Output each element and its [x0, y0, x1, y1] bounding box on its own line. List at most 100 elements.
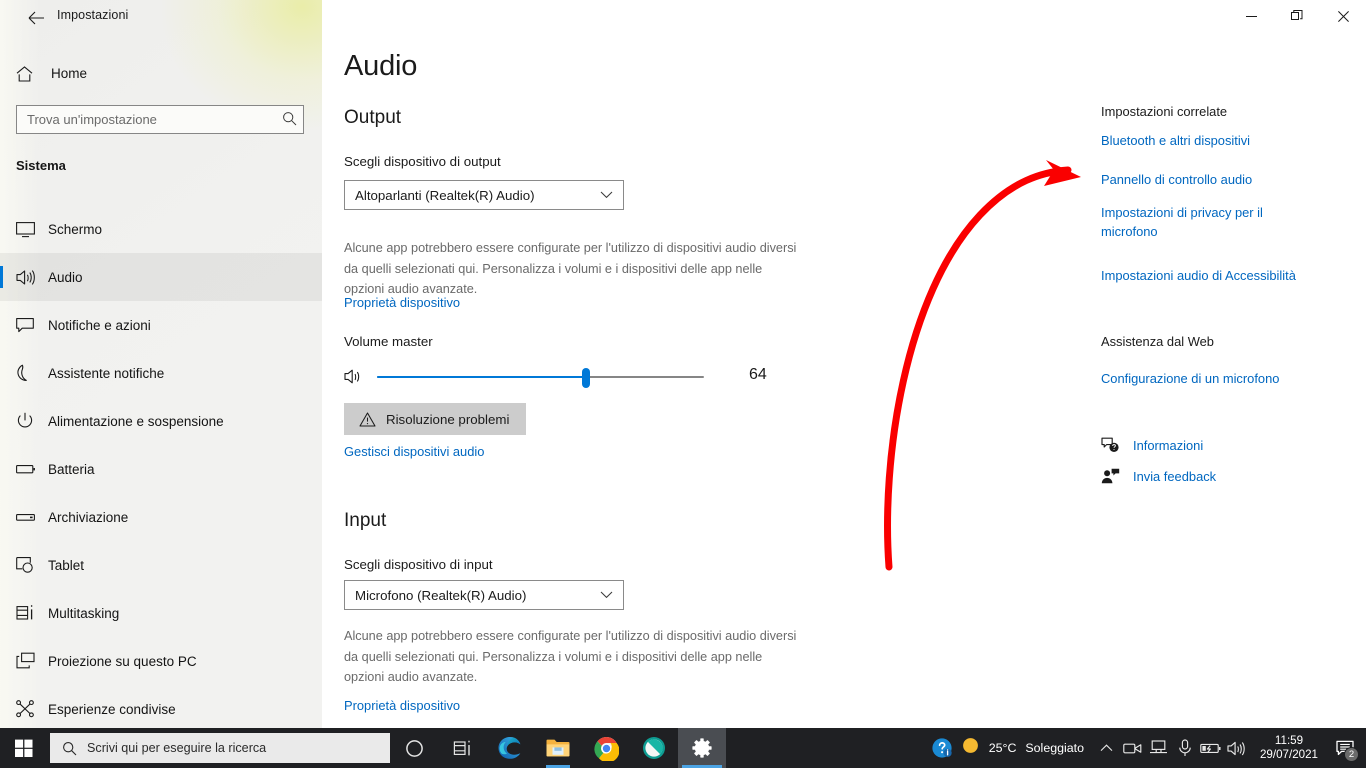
- sidebar-item-home[interactable]: Home: [0, 58, 322, 89]
- sidebar-item-label: Schermo: [48, 221, 103, 237]
- manage-audio-devices-link[interactable]: Gestisci dispositivi audio: [344, 444, 484, 459]
- sidebar-item-audio[interactable]: Audio: [0, 253, 322, 301]
- notification-icon: [16, 317, 46, 334]
- output-helper-text: Alcune app potrebbero essere configurate…: [344, 241, 797, 296]
- sidebar-item-label: Tablet: [48, 557, 85, 573]
- output-device-properties-link[interactable]: Proprietà dispositivo: [344, 295, 460, 310]
- settings-search: [16, 105, 304, 134]
- cortana-icon[interactable]: [390, 728, 438, 768]
- taskbar-search-box[interactable]: Scrivi qui per eseguire la ricerca: [50, 733, 390, 763]
- notification-count-badge: 2: [1344, 747, 1359, 762]
- sidebar-item-label: Assistente notifiche: [48, 365, 165, 381]
- monitor-icon: [16, 221, 46, 238]
- related-link-audio-control-panel[interactable]: Pannello di controllo audio: [1101, 170, 1331, 189]
- search-icon: [62, 741, 77, 756]
- speaker-icon[interactable]: [344, 368, 363, 390]
- feedback-person-icon: [1101, 468, 1131, 485]
- troubleshoot-button[interactable]: Risoluzione problemi: [344, 403, 526, 435]
- clock-date: 29/07/2021: [1259, 748, 1318, 761]
- output-section-title: Output: [344, 107, 402, 128]
- window-title: Impostazioni: [57, 8, 129, 22]
- network-icon[interactable]: [1146, 728, 1172, 768]
- microsoft-edge-icon[interactable]: [486, 728, 534, 768]
- related-settings-heading: Impostazioni correlate: [1101, 104, 1228, 119]
- volume-label: Volume master: [344, 334, 433, 349]
- volume-control: 64: [344, 362, 814, 396]
- sidebar-item-label: Notifiche e azioni: [48, 317, 151, 333]
- teal-app-icon[interactable]: [630, 728, 678, 768]
- sidebar-item-label: Alimentazione e sospensione: [48, 413, 224, 429]
- warning-triangle-icon: [359, 411, 376, 427]
- help-bubble-icon: [1101, 437, 1131, 454]
- input-section-title: Input: [344, 510, 387, 531]
- minimize-button[interactable]: [1228, 0, 1274, 32]
- sidebar-item-label: Multitasking: [48, 605, 120, 621]
- settings-gear-icon[interactable]: [678, 728, 726, 768]
- sidebar-item-archiviazione[interactable]: Archiviazione: [0, 493, 322, 541]
- related-link-accessibility-audio[interactable]: Impostazioni audio di Accessibilità: [1101, 266, 1346, 285]
- slider-fill: [377, 376, 587, 378]
- back-arrow-icon[interactable]: [18, 5, 54, 31]
- web-link-microphone-setup[interactable]: Configurazione di un microfono: [1101, 369, 1331, 388]
- sidebar-item-proiezione-su-questo-pc[interactable]: Proiezione su questo PC: [0, 637, 322, 685]
- sidebar-items: Schermo Audio Notifiche e azioni Assiste…: [0, 205, 322, 731]
- window-controls: [1228, 0, 1366, 32]
- file-explorer-icon[interactable]: [534, 728, 582, 768]
- troubleshoot-label: Risoluzione problemi: [386, 411, 510, 427]
- input-device-value: Microfono (Realtek(R) Audio): [355, 587, 527, 603]
- action-center-icon[interactable]: 2: [1328, 728, 1362, 768]
- related-settings-panel: Impostazioni correlate Bluetooth e altri…: [1101, 0, 1366, 731]
- feedback-link-label[interactable]: Invia feedback: [1133, 469, 1216, 484]
- about-link-label[interactable]: Informazioni: [1133, 438, 1203, 453]
- microphone-icon[interactable]: [1172, 728, 1198, 768]
- clock[interactable]: 11:59 29/07/2021: [1250, 728, 1328, 768]
- battery-charging-icon[interactable]: [1198, 728, 1224, 768]
- shared-experiences-icon: [16, 700, 46, 718]
- about-row[interactable]: Informazioni: [1101, 434, 1203, 456]
- close-button[interactable]: [1320, 0, 1366, 32]
- sidebar-item-multitasking[interactable]: Multitasking: [0, 589, 322, 637]
- google-chrome-icon[interactable]: [582, 728, 630, 768]
- web-help-heading: Assistenza dal Web: [1101, 334, 1214, 349]
- sidebar-home-label: Home: [51, 66, 88, 81]
- windows-start-icon[interactable]: [0, 728, 48, 768]
- task-view-icon[interactable]: [438, 728, 486, 768]
- speaker-icon: [16, 269, 46, 286]
- output-device-label: Scegli dispositivo di output: [344, 154, 501, 169]
- related-link-bluetooth[interactable]: Bluetooth e altri dispositivi: [1101, 131, 1331, 150]
- chevron-up-icon[interactable]: [1094, 728, 1120, 768]
- feedback-row[interactable]: Invia feedback: [1101, 465, 1216, 487]
- projection-icon: [16, 652, 46, 670]
- input-helper-text: Alcune app potrebbero essere configurate…: [344, 629, 797, 684]
- page-title: Audio: [344, 50, 418, 82]
- volume-slider[interactable]: [377, 368, 704, 388]
- sidebar-item-tablet[interactable]: Tablet: [0, 541, 322, 589]
- storage-icon: [16, 512, 46, 523]
- sidebar: Home Sistema: [0, 0, 322, 731]
- input-device-select[interactable]: Microfono (Realtek(R) Audio): [344, 580, 624, 610]
- sidebar-item-esperienze-condivise[interactable]: Esperienze condivise: [0, 685, 322, 731]
- restore-button[interactable]: [1274, 0, 1320, 32]
- input-device-properties-link[interactable]: Proprietà dispositivo: [344, 698, 460, 713]
- sidebar-item-assistente-notifiche[interactable]: Assistente notifiche: [0, 349, 322, 397]
- search-input[interactable]: [16, 105, 304, 134]
- taskbar-search-placeholder: Scrivi qui per eseguire la ricerca: [87, 741, 267, 755]
- settings-window: Impostazioni Home Trova un'impostazione …: [0, 0, 1366, 768]
- help-circle-icon[interactable]: [929, 728, 955, 768]
- output-device-select[interactable]: Altoparlanti (Realtek(R) Audio): [344, 180, 624, 210]
- sidebar-item-schermo[interactable]: Schermo: [0, 205, 322, 253]
- chevron-down-icon: [600, 591, 613, 599]
- slider-thumb[interactable]: [582, 368, 591, 388]
- output-device-value: Altoparlanti (Realtek(R) Audio): [355, 187, 535, 203]
- related-link-microphone-privacy[interactable]: Impostazioni di privacy per il microfono: [1101, 203, 1286, 241]
- weather-widget[interactable]: 25°C Soleggiato: [955, 728, 1094, 768]
- meet-now-icon[interactable]: [1120, 728, 1146, 768]
- sidebar-item-notifiche-e-azioni[interactable]: Notifiche e azioni: [0, 301, 322, 349]
- clock-time: 11:59: [1274, 734, 1304, 747]
- sidebar-item-alimentazione-e-sospensione[interactable]: Alimentazione e sospensione: [0, 397, 322, 445]
- sidebar-item-batteria[interactable]: Batteria: [0, 445, 322, 493]
- volume-icon[interactable]: [1224, 728, 1250, 768]
- moon-icon: [16, 364, 46, 382]
- sun-icon: [961, 736, 980, 760]
- system-tray: 25°C Soleggiato 11:59 29/07/2021 2: [929, 728, 1366, 768]
